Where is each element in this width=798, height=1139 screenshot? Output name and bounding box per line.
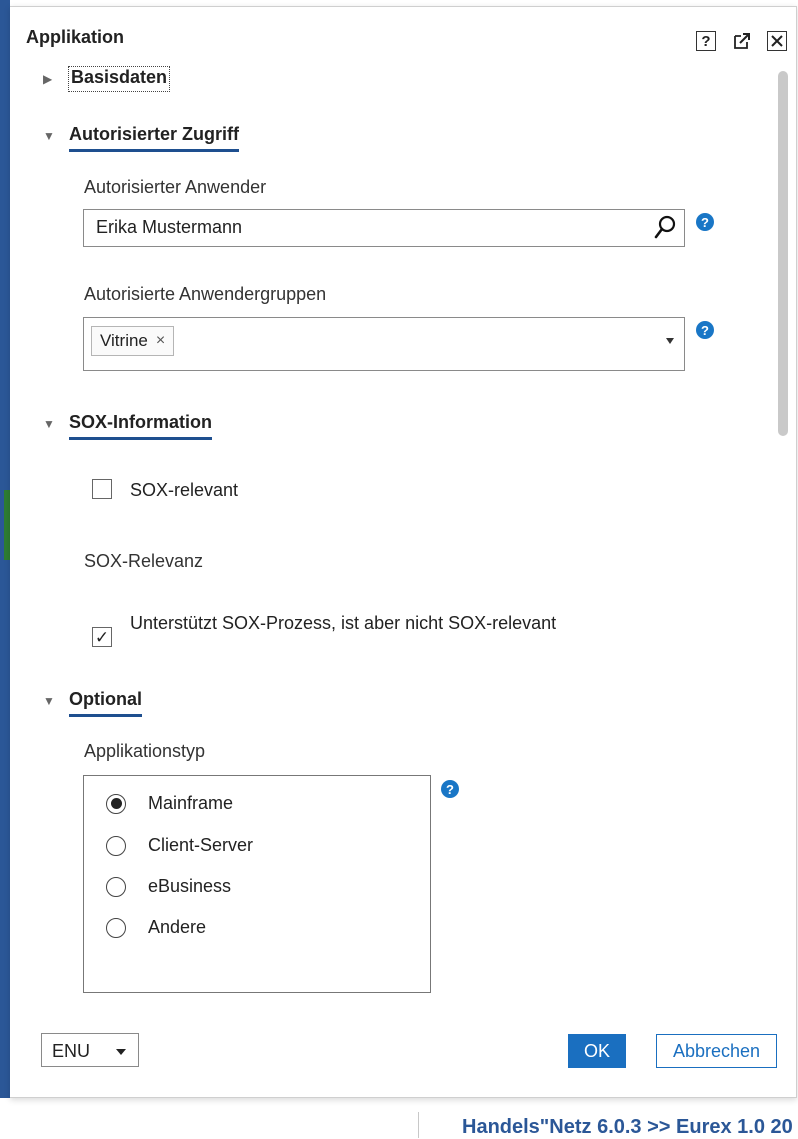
autorisierte-anwendergruppen-label: Autorisierte Anwendergruppen bbox=[84, 284, 327, 304]
applikationstyp-radio-group: Mainframe Client-Server eBusiness Andere bbox=[83, 775, 431, 993]
close-icon bbox=[771, 35, 783, 47]
group-chip-vitrine: Vitrine × bbox=[91, 326, 175, 356]
help-icon-applikationstyp[interactable]: ? bbox=[441, 780, 459, 798]
section-basisdaten-header[interactable]: ▶ Basisdaten bbox=[43, 66, 171, 92]
section-autorisierter-zugriff-header[interactable]: ▼ Autorisierter Zugriff bbox=[43, 124, 240, 152]
radio-button[interactable] bbox=[106, 835, 126, 856]
applikationstyp-label: Applikationstyp bbox=[84, 741, 206, 761]
collapse-triangle-icon: ▼ bbox=[43, 129, 55, 143]
sox-relevanz-label: SOX-Relevanz bbox=[84, 551, 204, 571]
close-button[interactable] bbox=[767, 31, 787, 51]
radio-option-ebusiness[interactable]: eBusiness bbox=[106, 876, 231, 897]
radio-label: Client-Server bbox=[148, 835, 254, 855]
popout-icon bbox=[734, 33, 750, 49]
collapse-triangle-icon: ▼ bbox=[43, 417, 55, 431]
section-title-basisdaten: Basisdaten bbox=[67, 66, 171, 92]
checkmark-icon: ✓ bbox=[94, 627, 110, 647]
autorisierter-anwender-field[interactable]: Erika Mustermann bbox=[83, 209, 685, 247]
section-title-sox-information: SOX-Information bbox=[69, 412, 212, 440]
help-icon: ? bbox=[701, 32, 711, 50]
help-icon-autorisierter-anwender[interactable]: ? bbox=[696, 213, 714, 231]
radio-label: Mainframe bbox=[148, 793, 234, 813]
radio-button[interactable] bbox=[106, 917, 126, 938]
background-app-breadcrumb[interactable]: Handels"Netz 6.0.3 >> Eurex 1.0 20 bbox=[462, 1116, 793, 1139]
sox-relevant-checkbox[interactable] bbox=[92, 479, 112, 499]
section-title-autorisierter-zugriff: Autorisierter Zugriff bbox=[69, 124, 240, 152]
section-title-optional: Optional bbox=[69, 689, 142, 717]
dialog-title: Applikation bbox=[26, 27, 124, 47]
radio-option-client-server[interactable]: Client-Server bbox=[106, 835, 253, 856]
dropdown-arrow-icon[interactable] bbox=[666, 338, 674, 344]
radio-label: Andere bbox=[148, 917, 207, 937]
radio-label: eBusiness bbox=[148, 876, 232, 896]
applikation-dialog: Applikation ? ▶ Basisdaten ▼ Autorisiert… bbox=[10, 6, 797, 1098]
sox-relevant-label: SOX-relevant bbox=[130, 480, 239, 500]
radio-option-andere[interactable]: Andere bbox=[106, 917, 206, 938]
background-app-left-strip bbox=[0, 0, 10, 1138]
autorisierte-anwendergruppen-multiselect[interactable]: Vitrine × bbox=[83, 317, 685, 371]
background-app-divider bbox=[418, 1112, 419, 1138]
scrollbar-thumb[interactable] bbox=[778, 71, 788, 436]
autorisierter-anwender-label: Autorisierter Anwender bbox=[84, 177, 267, 197]
search-icon[interactable] bbox=[652, 213, 678, 243]
ok-button[interactable]: OK bbox=[568, 1034, 626, 1068]
section-optional-header[interactable]: ▼ Optional bbox=[43, 689, 142, 717]
supports-sox-label: Unterstützt SOX-Prozess, ist aber nicht … bbox=[130, 613, 557, 633]
help-button[interactable]: ? bbox=[696, 31, 716, 51]
radio-option-mainframe[interactable]: Mainframe bbox=[106, 793, 233, 814]
collapse-triangle-icon: ▼ bbox=[43, 694, 55, 708]
section-sox-information-header[interactable]: ▼ SOX-Information bbox=[43, 412, 212, 440]
radio-button[interactable] bbox=[106, 876, 126, 897]
help-icon-anwendergruppen[interactable]: ? bbox=[696, 321, 714, 339]
radio-button[interactable] bbox=[106, 793, 126, 814]
chip-label: Vitrine bbox=[100, 331, 148, 350]
chevron-down-icon bbox=[116, 1049, 126, 1055]
expand-triangle-icon: ▶ bbox=[43, 72, 53, 86]
cancel-button[interactable]: Abbrechen bbox=[656, 1034, 777, 1068]
autorisierter-anwender-value: Erika Mustermann bbox=[96, 217, 243, 237]
language-select[interactable]: ENU bbox=[41, 1033, 139, 1067]
popout-button[interactable] bbox=[732, 31, 752, 51]
chip-remove-icon[interactable]: × bbox=[156, 332, 165, 350]
supports-sox-checkbox[interactable]: ✓ bbox=[92, 627, 112, 647]
language-value: ENU bbox=[52, 1041, 91, 1061]
